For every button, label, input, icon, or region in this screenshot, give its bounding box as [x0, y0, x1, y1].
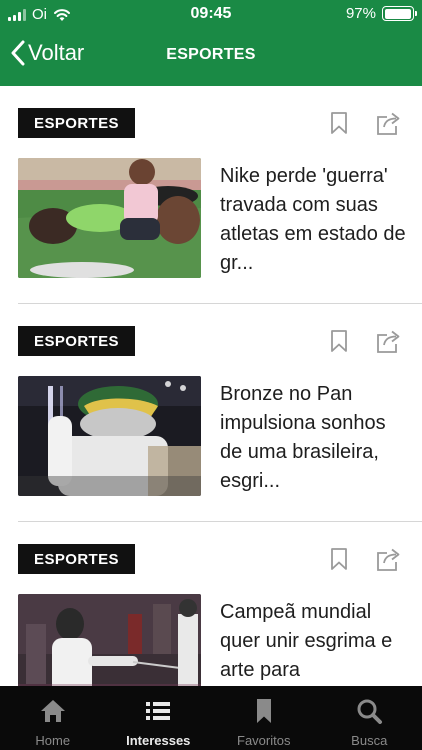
app-header: Oi 09:45 97% Voltar ESPORTES [0, 0, 422, 86]
article-thumbnail[interactable] [18, 594, 201, 686]
page-title-text: ESPORTES [166, 46, 256, 63]
article-headline[interactable]: Campeã mundial quer unir esgrima e arte … [220, 598, 410, 685]
bookmark-icon[interactable] [329, 329, 349, 353]
article-card[interactable]: ESPORTES [0, 86, 422, 304]
article-thumbnail[interactable] [18, 158, 201, 278]
share-icon[interactable] [375, 546, 403, 572]
battery-icon [382, 6, 417, 21]
article-headline[interactable]: Bronze no Pan impulsiona sonhos de uma b… [220, 380, 410, 496]
tab-label: Home [35, 733, 71, 748]
tab-busca[interactable]: Busca [317, 686, 422, 750]
battery-fill [384, 8, 411, 19]
category-tag[interactable]: ESPORTES [18, 326, 135, 356]
search-icon [357, 699, 383, 724]
status-right: 97% [345, 5, 417, 22]
article-card[interactable]: ESPORTES [0, 304, 422, 522]
article-headline[interactable]: Nike perde 'guerra' travada com suas atl… [220, 162, 410, 278]
tab-label: Interesses [126, 733, 191, 748]
article-feed[interactable]: ESPORTES Nike perde 'guerra' travada com… [0, 86, 422, 686]
bookmark-icon [256, 699, 271, 723]
bookmark-icon[interactable] [329, 111, 349, 135]
tab-interesses[interactable]: Interesses [106, 686, 212, 750]
battery-percent: 97% [345, 5, 376, 22]
status-bar: Oi 09:45 97% [0, 0, 422, 28]
nav-bar: Voltar ESPORTES [0, 30, 422, 82]
thumbnail-photo [18, 376, 201, 496]
tab-home[interactable]: Home [0, 686, 106, 750]
tab-label: Busca [351, 733, 388, 748]
tab-favoritos[interactable]: Favoritos [211, 686, 317, 750]
page-title: ESPORTES [0, 46, 422, 64]
tab-bar: Home Interesses Favoritos Busca [0, 686, 422, 750]
category-tag[interactable]: ESPORTES [18, 108, 135, 138]
article-thumbnail[interactable] [18, 376, 201, 496]
article-card[interactable]: ESPORTES Campeã mundial quer unir esgrim… [0, 522, 422, 686]
category-tag[interactable]: ESPORTES [18, 544, 135, 574]
list-icon [146, 702, 171, 720]
bookmark-icon[interactable] [329, 547, 349, 571]
thumbnail-photo [18, 594, 201, 686]
share-icon[interactable] [375, 328, 403, 354]
tab-label: Favoritos [237, 733, 291, 748]
thumbnail-photo [18, 158, 201, 278]
home-icon [40, 700, 65, 722]
share-icon[interactable] [375, 110, 403, 136]
